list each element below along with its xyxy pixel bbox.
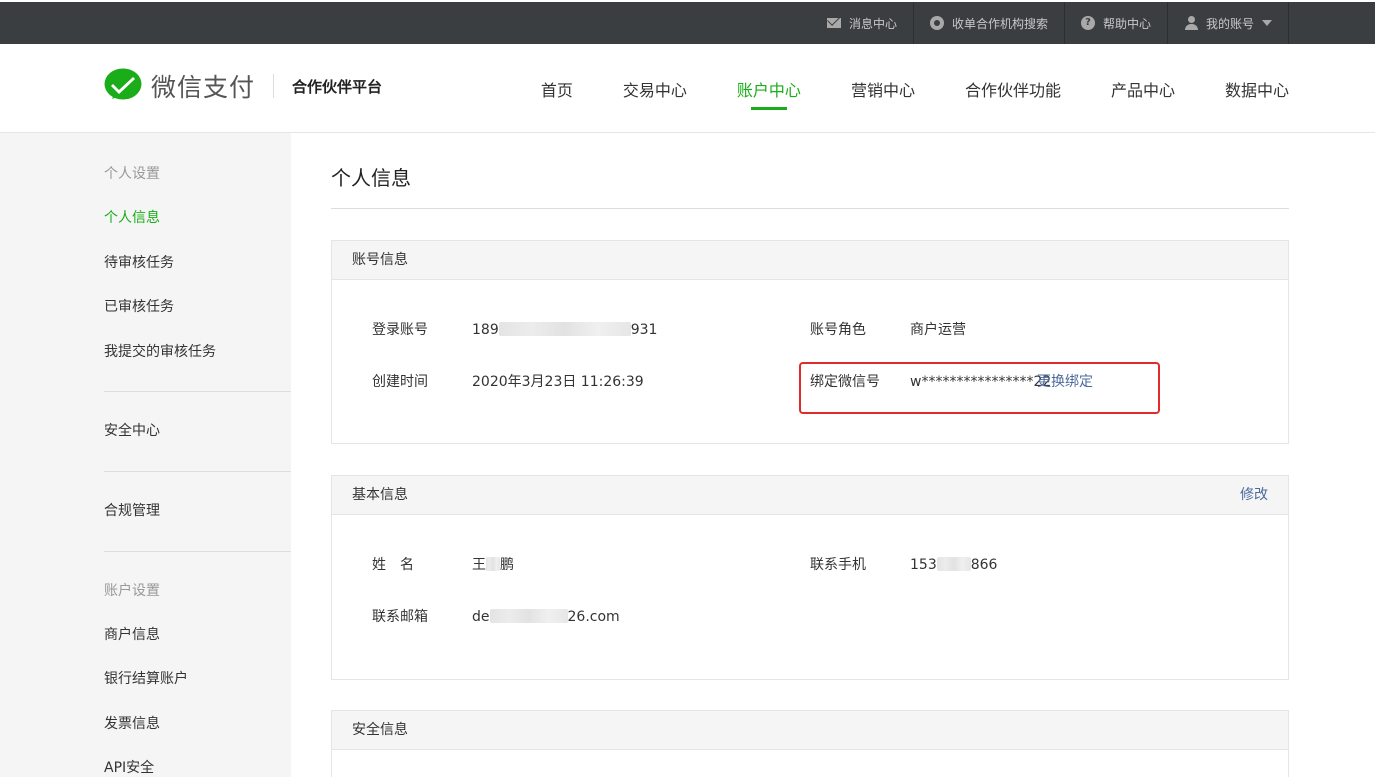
platform-subtitle: 合作伙伴平台 xyxy=(292,77,383,96)
sidebar-item-merchant-info[interactable]: 商户信息 xyxy=(104,613,291,658)
help-icon: ? xyxy=(1080,16,1095,30)
sidebar-item-my-submitted-reviews[interactable]: 我提交的审核任务 xyxy=(104,330,291,375)
top-utility-links: 消息中心 收单合作机构搜索 ? 帮助中心 我的账号 xyxy=(811,2,1289,44)
login-account-label: 登录账号 xyxy=(372,322,428,338)
email-label: 联系邮箱 xyxy=(372,609,428,625)
brand-logo[interactable]: 微信支付 合作伙伴平台 xyxy=(104,68,382,104)
account-info-heading: 账号信息 xyxy=(332,241,1288,280)
redacted-blur xyxy=(489,609,568,623)
email-value-prefix: de xyxy=(472,609,490,625)
account-info-panel: 账号信息 登录账号 189 931 创建时间 2020年3月23日 11:26:3… xyxy=(331,240,1289,444)
account-role-row: 账号角色 商户运营 xyxy=(810,320,1110,340)
phone-row: 联系手机 153 866 xyxy=(810,555,1110,575)
phone-value-suffix: 866 xyxy=(970,557,998,573)
highlight-box xyxy=(799,362,1160,414)
login-account-value-suffix: 931 xyxy=(630,322,658,338)
my-account-label: 我的账号 xyxy=(1205,16,1254,31)
basic-info-panel: 基本信息 修改 姓 名 王鹏 联系邮箱 de 26.com 联系手机 153 866 xyxy=(331,475,1289,680)
redacted-blur xyxy=(498,322,631,336)
login-account-value-prefix: 189 xyxy=(472,322,499,338)
search-icon xyxy=(929,16,944,30)
chevron-down-icon xyxy=(1262,20,1272,26)
my-account-menu[interactable]: 我的账号 xyxy=(1166,2,1289,44)
main-content: 个人信息 账号信息 登录账号 189 931 创建时间 2020年3月23日 11… xyxy=(331,133,1289,777)
name-row: 姓 名 王鹏 xyxy=(372,555,672,575)
acquirer-search-label: 收单合作机构搜索 xyxy=(951,16,1048,31)
wechat-pay-logo-icon xyxy=(104,68,142,100)
security-info-title: 安全信息 xyxy=(352,722,408,738)
mail-icon xyxy=(826,18,841,28)
sidebar-item-api-security[interactable]: API安全 xyxy=(104,746,291,777)
phone-value: 153 866 xyxy=(910,555,997,575)
help-center-link[interactable]: ? 帮助中心 xyxy=(1063,2,1167,44)
message-center-link[interactable]: 消息中心 xyxy=(811,2,913,44)
sidebar-item-security-center[interactable]: 安全中心 xyxy=(104,409,291,454)
name-value-suffix: 鹏 xyxy=(500,557,514,573)
login-account-value: 189 931 xyxy=(472,320,657,340)
phone-value-prefix: 153 xyxy=(910,557,937,573)
account-role-value: 商户运营 xyxy=(910,322,966,338)
nav-partner-features[interactable]: 合作伙伴功能 xyxy=(965,44,1061,133)
email-row: 联系邮箱 de 26.com xyxy=(372,607,672,627)
name-value: 王鹏 xyxy=(472,555,514,575)
nav-marketing[interactable]: 营销中心 xyxy=(851,44,915,133)
sidebar-item-invoice-info[interactable]: 发票信息 xyxy=(104,702,291,747)
security-info-heading: 安全信息 xyxy=(332,711,1288,750)
edit-basic-info-link[interactable]: 修改 xyxy=(1240,476,1268,514)
nav-transactions[interactable]: 交易中心 xyxy=(623,44,687,133)
sidebar-group-personal-settings: 个人设置 xyxy=(104,166,160,182)
account-role-label: 账号角色 xyxy=(810,322,866,338)
login-account-row: 登录账号 189 931 xyxy=(372,320,672,340)
main-header: 微信支付 合作伙伴平台 首页 交易中心 账户中心 营销中心 合作伙伴功能 产品中… xyxy=(0,44,1375,133)
created-time-row: 创建时间 2020年3月23日 11:26:39 xyxy=(372,372,672,392)
brand-name: 微信支付 xyxy=(151,73,256,102)
sidebar-item-pending-review[interactable]: 待审核任务 xyxy=(104,241,291,286)
help-center-label: 帮助中心 xyxy=(1102,16,1151,31)
sidebar-group-account-settings: 账户设置 xyxy=(104,582,160,599)
sidebar-item-compliance[interactable]: 合规管理 xyxy=(104,489,291,534)
sidebar-item-bank-settlement[interactable]: 银行结算账户 xyxy=(104,657,291,702)
top-utility-bar: 消息中心 收单合作机构搜索 ? 帮助中心 我的账号 xyxy=(0,0,1375,44)
redacted-blur xyxy=(486,557,500,571)
sidebar-item-reviewed[interactable]: 已审核任务 xyxy=(104,285,291,330)
acquirer-search-link[interactable]: 收单合作机构搜索 xyxy=(912,2,1064,44)
sidebar: 个人设置 个人信息 待审核任务 已审核任务 我提交的审核任务 安全中心 合规管理… xyxy=(0,133,291,777)
name-value-prefix: 王 xyxy=(472,557,486,573)
phone-label: 联系手机 xyxy=(810,557,866,573)
basic-info-title: 基本信息 xyxy=(352,487,408,503)
sidebar-divider xyxy=(104,470,291,472)
account-info-title: 账号信息 xyxy=(352,252,408,268)
message-center-label: 消息中心 xyxy=(848,16,897,31)
basic-info-heading: 基本信息 修改 xyxy=(332,476,1288,515)
created-time-label: 创建时间 xyxy=(372,374,428,390)
logo-divider xyxy=(273,74,275,98)
redacted-blur xyxy=(936,557,971,571)
created-time-value: 2020年3月23日 11:26:39 xyxy=(472,374,644,390)
security-info-panel: 安全信息 xyxy=(331,710,1289,777)
nav-products[interactable]: 产品中心 xyxy=(1111,44,1175,133)
email-value: de 26.com xyxy=(472,607,620,627)
email-value-suffix: 26.com xyxy=(567,609,620,625)
user-icon xyxy=(1184,16,1198,30)
sidebar-item-personal-info[interactable]: 个人信息 xyxy=(104,196,291,241)
nav-data-center[interactable]: 数据中心 xyxy=(1225,44,1289,133)
page-title: 个人信息 xyxy=(331,133,1289,209)
main-nav: 首页 交易中心 账户中心 营销中心 合作伙伴功能 产品中心 数据中心 xyxy=(491,44,1289,133)
nav-home[interactable]: 首页 xyxy=(541,44,573,133)
sidebar-divider xyxy=(104,391,291,393)
nav-account-center[interactable]: 账户中心 xyxy=(737,44,801,133)
sidebar-divider xyxy=(104,550,291,552)
sidebar-list: 个人设置 个人信息 待审核任务 已审核任务 我提交的审核任务 安全中心 合规管理… xyxy=(104,133,291,777)
name-label: 姓 名 xyxy=(372,557,414,573)
